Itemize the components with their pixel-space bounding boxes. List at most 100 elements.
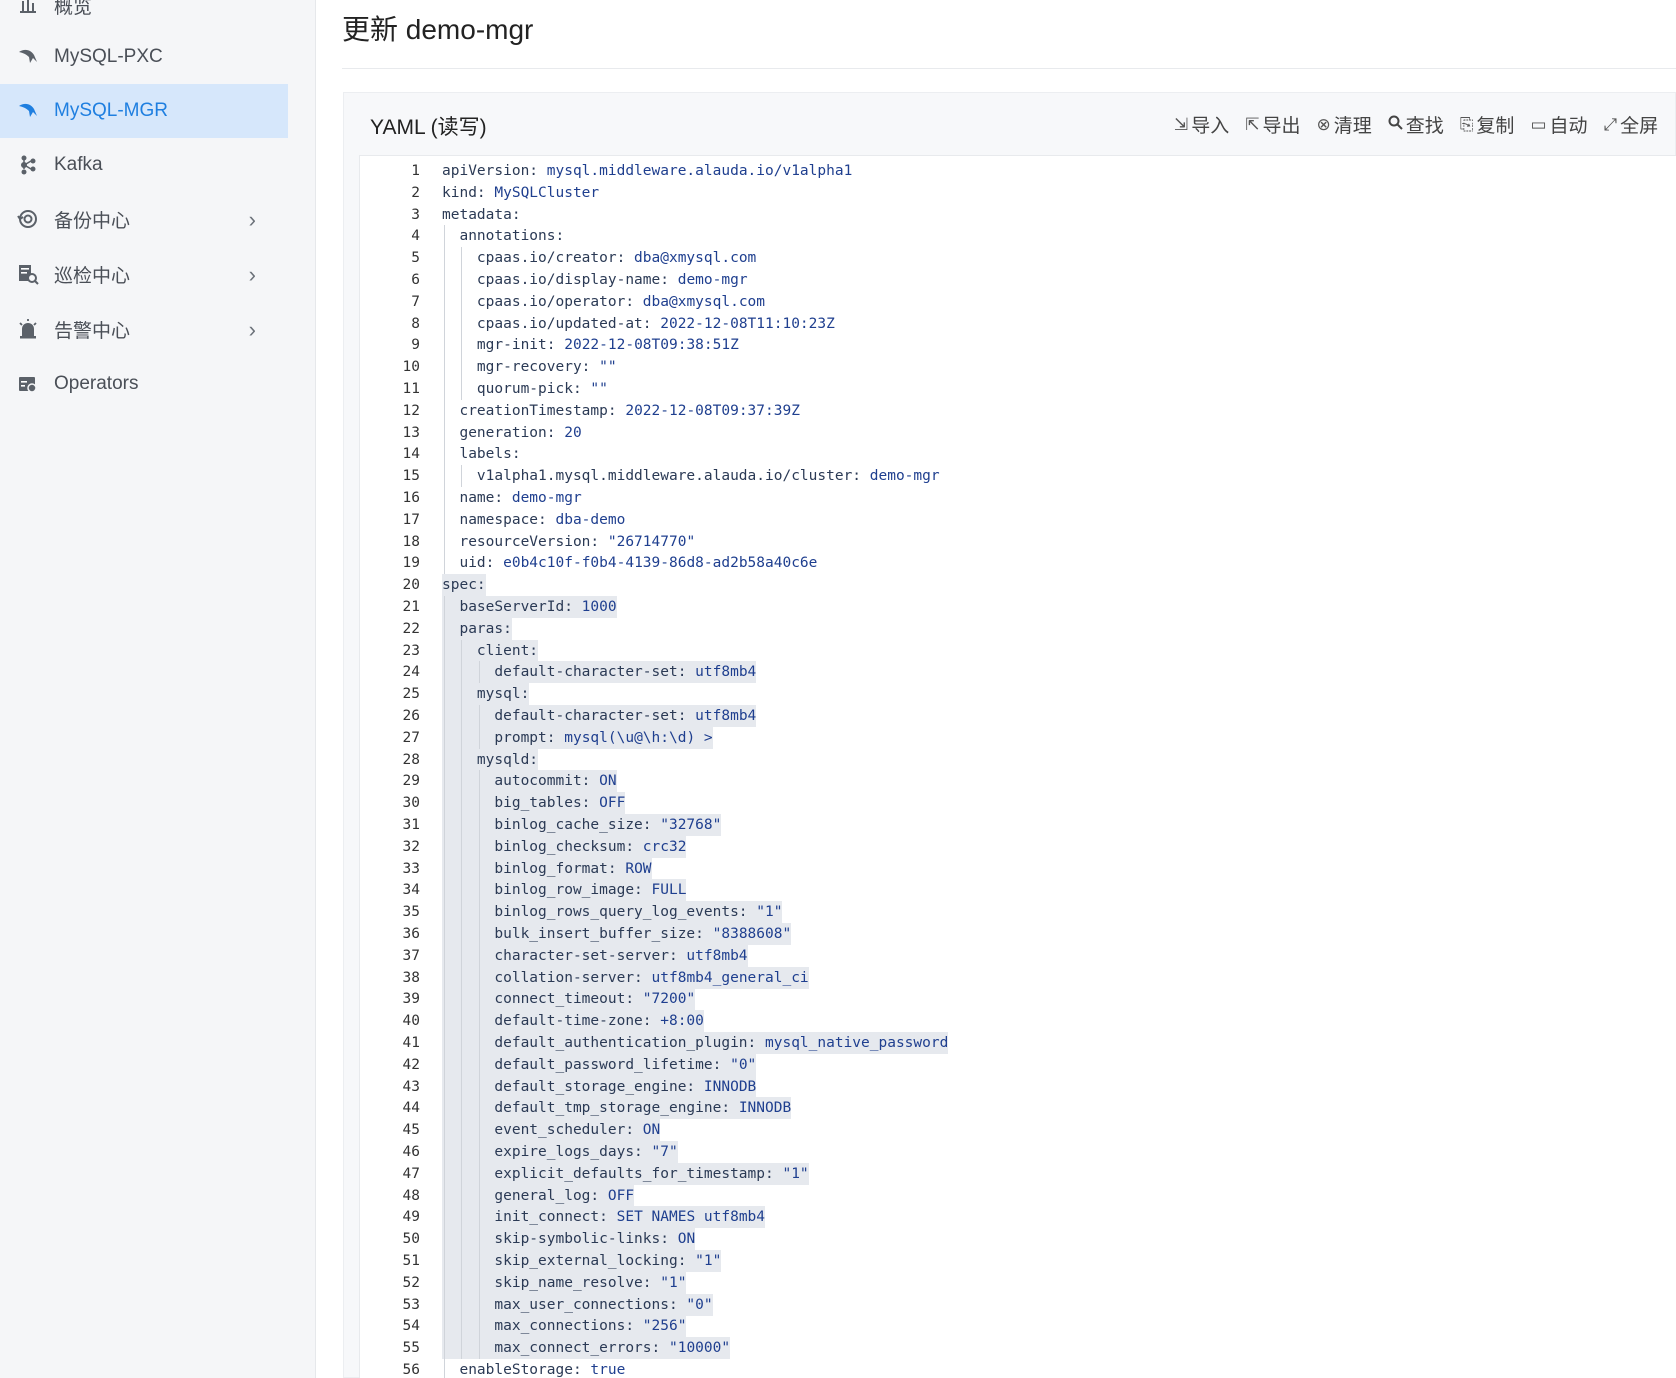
sidebar-item-inspection-center[interactable]: 巡检中心 ›: [0, 247, 288, 301]
fullscreen-button[interactable]: ⤢ 全屏: [1604, 111, 1659, 138]
code-text: kind: MySQLCluster: [442, 184, 600, 201]
code-line: 11 quorum-pick: "": [360, 378, 1660, 400]
divider: [342, 68, 1676, 69]
sidebar-item-label: MySQL-PXC: [54, 46, 163, 67]
code-text: mgr-init: 2022-12-08T09:38:51Z: [442, 337, 739, 354]
line-number: 46: [402, 1144, 420, 1160]
sidebar-item-overview[interactable]: 概览: [0, 0, 288, 32]
indent-guide: [461, 1162, 463, 1185]
line-number: 35: [402, 904, 420, 921]
indent-guide: [478, 1053, 480, 1076]
indent-guide: [444, 356, 445, 378]
code-text: cpaas.io/creator: dba@xmysql.com: [442, 250, 757, 267]
indent-guide: [478, 944, 480, 967]
line-number: 45: [402, 1122, 420, 1139]
sidebar-item-kafka[interactable]: Kafka: [0, 138, 288, 192]
code-text: binlog_rows_query_log_events: "1": [442, 901, 783, 924]
code-line: 56 enableStorage: true: [360, 1359, 1660, 1378]
line-number: 14: [402, 446, 420, 463]
indent-guide: [444, 770, 445, 793]
copy-button[interactable]: ⎘ 复制: [1460, 111, 1515, 138]
indent-guide: [444, 661, 445, 684]
code-line: 28 mysqld:: [360, 748, 1660, 771]
export-button[interactable]: ⇱ 导出: [1245, 111, 1300, 138]
line-number: 47: [402, 1165, 420, 1182]
indent-guide: [444, 923, 445, 945]
code-text: prompt: mysql(\u@\h:\d) >: [442, 726, 713, 749]
sidebar-item-operators[interactable]: Operators: [0, 357, 288, 411]
code-text: default-time-zone: +8:00: [442, 1010, 704, 1033]
indent-guide: [461, 944, 463, 967]
code-text: labels:: [442, 446, 521, 463]
code-line: 27 prompt: mysql(\u@\h:\d) >: [360, 726, 1660, 749]
code-text: spec:: [442, 574, 486, 597]
sidebar-item-alarm-center[interactable]: 告警中心 ›: [0, 302, 288, 356]
indent-guide: [444, 334, 445, 357]
indent-guide: [461, 1119, 463, 1141]
indent-guide: [478, 923, 480, 945]
import-label: 导入: [1191, 116, 1230, 137]
indent-guide: [444, 1359, 445, 1378]
indent-guide: [478, 1010, 480, 1032]
editor-toolbar: ⇲ 导入 ⇱ 导出 ⊗ 清理 查找 ⎘ 复制 ▭ 自动 ⤢ 全屏: [1174, 111, 1674, 138]
sidebar-item-backup-center[interactable]: 备份中心 ›: [0, 192, 288, 246]
code-line: 10 mgr-recovery: "": [360, 356, 1660, 378]
code-line: 20 spec:: [360, 574, 1660, 597]
code-line: 15 v1alpha1.mysql.middleware.alauda.io/c…: [360, 465, 1660, 487]
code-text: default_password_lifetime: "0": [442, 1053, 757, 1076]
indent-guide: [461, 1032, 463, 1054]
search-button[interactable]: 查找: [1388, 111, 1444, 138]
line-number: 8: [411, 315, 420, 332]
indent-guide: [444, 596, 445, 618]
indent-guide: [461, 1097, 463, 1120]
dolphin-icon: [16, 99, 40, 123]
code-line: 35 binlog_rows_query_log_events: "1": [360, 901, 1660, 924]
search-icon: [1388, 115, 1403, 135]
line-number: 31: [402, 817, 420, 833]
export-label: 导出: [1262, 116, 1301, 137]
code-text: explicit_defaults_for_timestamp: "1": [442, 1162, 809, 1185]
yaml-editor[interactable]: 1 apiVersion: mysql.middleware.alauda.io/…: [359, 155, 1676, 1378]
export-icon: ⇱: [1245, 114, 1260, 134]
code-text: init_connect: SET NAMES utf8mb4: [442, 1206, 766, 1229]
indent-guide: [444, 1010, 445, 1032]
line-number: 41: [402, 1035, 420, 1051]
code-line: 21 baseServerId: 1000: [360, 596, 1660, 618]
line-number: 52: [402, 1274, 420, 1291]
sidebar-item-label: Operators: [54, 373, 139, 394]
indent-guide: [461, 770, 463, 793]
indent-guide: [461, 247, 463, 269]
indent-guide: [478, 1228, 480, 1250]
indent-guide: [444, 487, 445, 509]
code-line: 17 namespace: dba-demo: [360, 509, 1660, 531]
line-number: 39: [402, 991, 420, 1008]
code-text: cpaas.io/updated-at: 2022-12-08T11:10:23…: [442, 315, 835, 332]
sidebar-item-mysql-mgr[interactable]: MySQL-MGR: [0, 84, 288, 138]
inspect-icon: [16, 262, 40, 286]
code-text: mysqld:: [442, 748, 539, 771]
indent-guide: [461, 923, 463, 945]
indent-guide: [461, 1228, 463, 1250]
indent-guide: [478, 1032, 480, 1054]
auto-button[interactable]: ▭ 自动: [1530, 111, 1587, 138]
sidebar-item-label: MySQL-MGR: [54, 100, 168, 121]
code-text: v1alpha1.mysql.middleware.alauda.io/clus…: [442, 468, 940, 485]
indent-guide: [461, 1206, 463, 1229]
code-line: 49 init_connect: SET NAMES utf8mb4: [360, 1206, 1660, 1229]
indent-guide: [478, 1119, 480, 1141]
sidebar-item-mysql-pxc[interactable]: MySQL-PXC: [0, 30, 288, 84]
indent-guide: [444, 617, 445, 640]
indent-guide: [461, 1315, 463, 1338]
clear-button[interactable]: ⊗ 清理: [1317, 111, 1372, 138]
code-line: 29 autocommit: ON: [360, 770, 1660, 793]
indent-guide: [461, 792, 463, 814]
indent-guide: [444, 1228, 445, 1250]
line-number: 6: [411, 272, 420, 288]
line-number: 44: [402, 1100, 420, 1117]
code-text: connect_timeout: "7200": [442, 988, 696, 1011]
indent-guide: [461, 705, 463, 727]
indent-guide: [444, 1032, 445, 1054]
line-number: 10: [402, 359, 420, 376]
code-line: 48 general_log: OFF: [360, 1184, 1660, 1207]
import-button[interactable]: ⇲ 导入: [1174, 111, 1229, 138]
